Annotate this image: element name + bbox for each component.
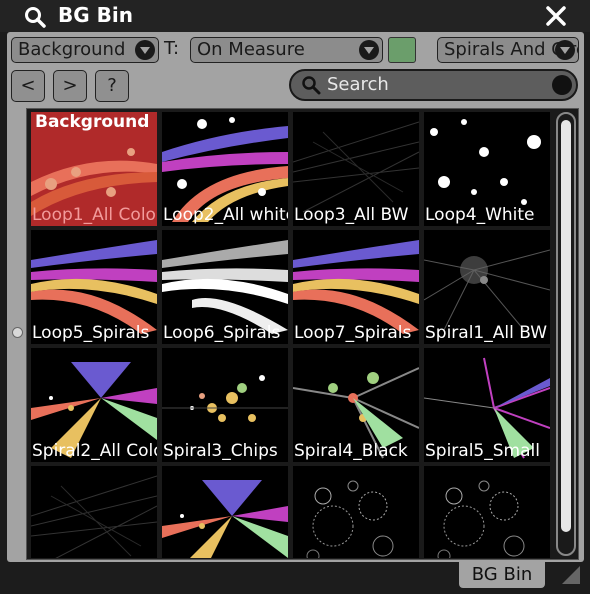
thumbnail-item[interactable]: Background Loop1_All Colors xyxy=(31,112,157,226)
thumbnail-label: Loop4_White xyxy=(425,205,535,225)
thumbnail-item[interactable] xyxy=(424,466,550,558)
trigger-label: T: xyxy=(164,38,180,59)
title-bar: BG Bin xyxy=(0,0,590,32)
thumbnail-label: Loop2_All white xyxy=(163,205,288,225)
thumbnail-item[interactable]: Spiral4_Black xyxy=(293,348,419,462)
clear-search-icon[interactable] xyxy=(552,75,572,95)
vertical-scrollbar[interactable] xyxy=(556,112,576,556)
category-dropdown[interactable]: Background xyxy=(11,37,159,63)
thumbnail-item[interactable]: Loop7_Spirals xyxy=(293,230,419,344)
thumbnail-item[interactable]: Spiral1_All BW xyxy=(424,230,550,344)
search-icon[interactable] xyxy=(24,6,46,28)
thumbnail-label: Spiral3_Chips xyxy=(163,441,278,461)
next-button[interactable]: > xyxy=(53,70,87,102)
thumbnail-item[interactable]: Spiral3_Chips xyxy=(162,348,288,462)
resize-corner-icon[interactable] xyxy=(562,566,580,584)
chevron-down-icon xyxy=(135,40,155,60)
close-icon[interactable] xyxy=(544,4,568,28)
trigger-dropdown[interactable]: On Measure xyxy=(190,37,383,63)
thumbnail-label: Spiral2_All Colors xyxy=(32,441,157,461)
thumbnail-label: Spiral4_Black xyxy=(294,441,408,461)
thumbnail-label: Loop5_Spirals xyxy=(32,323,150,343)
window-title: BG Bin xyxy=(58,3,133,27)
thumbnail-item[interactable] xyxy=(31,466,157,558)
thumbnail-item[interactable]: Loop5_Spirals xyxy=(31,230,157,344)
thumbnail-item[interactable]: Loop2_All white xyxy=(162,112,288,226)
prev-button[interactable]: < xyxy=(11,70,45,102)
thumbnail-item[interactable]: Spiral5_Small xyxy=(424,348,550,462)
bg-bin-tab[interactable]: BG Bin xyxy=(459,562,545,588)
search-field[interactable]: Search xyxy=(289,69,578,101)
thumbnail-label: Spiral5_Small xyxy=(425,441,540,461)
thumbnail-item[interactable]: Loop4_White xyxy=(424,112,550,226)
chevron-down-icon xyxy=(555,40,575,60)
thumbnail-item[interactable]: Spiral2_All Colors xyxy=(31,348,157,462)
side-drag-handle[interactable] xyxy=(12,327,23,338)
preset-dropdown[interactable]: Spirals And Circles xyxy=(437,37,579,63)
thumbnail-label: Loop1_All Colors xyxy=(32,205,157,225)
thumbnail-preview xyxy=(162,480,288,558)
trigger-dropdown-value: On Measure xyxy=(197,39,305,60)
color-swatch[interactable] xyxy=(388,37,416,63)
thumbnail-grid: Background Loop1_All Colors Loop2_All whit… xyxy=(31,112,553,558)
thumbnail-label: Loop3_All BW xyxy=(294,205,409,225)
thumbnail-item[interactable]: Loop6_Spirals xyxy=(162,230,288,344)
chevron-down-icon xyxy=(359,40,379,60)
category-overlay-label: Background xyxy=(35,112,150,132)
thumbnail-label: Loop7_Spirals xyxy=(294,323,412,343)
thumbnail-preview xyxy=(306,480,394,558)
thumbnail-preview xyxy=(31,475,157,558)
help-button[interactable]: ? xyxy=(95,70,129,102)
scrollbar-thumb[interactable] xyxy=(561,120,571,532)
thumbnail-item[interactable] xyxy=(162,466,288,558)
search-icon xyxy=(302,76,321,95)
thumbnail-preview xyxy=(437,480,525,558)
search-placeholder: Search xyxy=(327,74,389,95)
category-dropdown-value: Background xyxy=(18,39,126,60)
thumbnail-label: Spiral1_All BW xyxy=(425,323,548,343)
thumbnail-item[interactable]: Loop3_All BW xyxy=(293,112,419,226)
thumbnail-item[interactable] xyxy=(293,466,419,558)
thumbnail-label: Loop6_Spirals xyxy=(163,323,281,343)
